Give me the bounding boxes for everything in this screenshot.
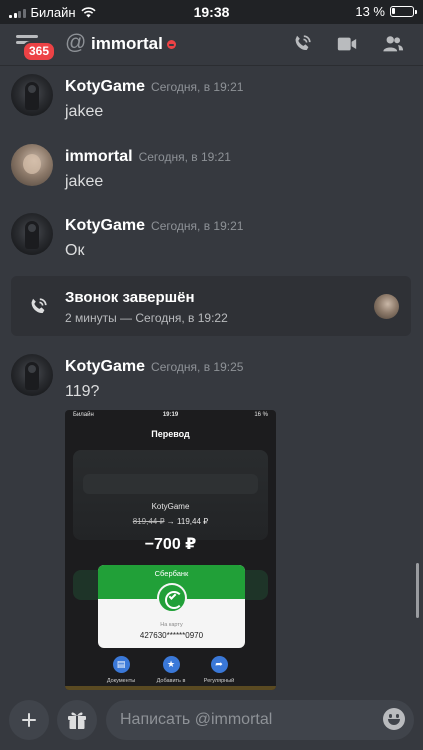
document-icon: ▤ bbox=[112, 656, 130, 673]
avatar[interactable] bbox=[11, 213, 53, 255]
message-text: jakee bbox=[65, 103, 104, 120]
sberbank-logo-icon bbox=[157, 583, 187, 613]
attachment-title: Перевод bbox=[151, 429, 190, 439]
image-attachment[interactable]: Билайн 19:19 16 % Перевод KotyGame 819,4… bbox=[65, 410, 276, 690]
message-timestamp: Сегодня, в 19:25 bbox=[151, 360, 244, 374]
balance-change: 819,44 ₽ → 119,44 ₽ bbox=[132, 517, 209, 526]
avatar[interactable] bbox=[11, 354, 53, 396]
attachment-status-bar: Билайн 19:19 16 % bbox=[73, 412, 268, 418]
battery-percent: 13 % bbox=[355, 4, 385, 19]
call-icon[interactable] bbox=[290, 33, 314, 55]
video-icon[interactable] bbox=[335, 33, 359, 55]
star-icon: ★ bbox=[162, 656, 180, 673]
transfer-recipient: KotyGame bbox=[151, 502, 190, 511]
emoji-icon[interactable] bbox=[383, 708, 405, 730]
message-input-placeholder: Написать @immortal bbox=[120, 711, 273, 728]
battery-icon bbox=[390, 6, 417, 17]
card-number: 427630******0970 bbox=[139, 631, 204, 640]
message-input[interactable]: Написать @immortal bbox=[106, 700, 414, 740]
message-author[interactable]: immortal Сегодня, в 19:21 bbox=[65, 148, 231, 166]
message-text: jakee bbox=[65, 173, 104, 190]
call-subtitle: 2 минуты — Сегодня, в 19:22 bbox=[65, 311, 228, 325]
message-text: 119? bbox=[65, 383, 100, 400]
channel-name[interactable]: immortal bbox=[91, 34, 163, 54]
channel-header: 365 @ immortal bbox=[0, 24, 423, 66]
call-title: Звонок завершён bbox=[65, 289, 195, 306]
bank-receipt-card: Сбербанк На карту 427630******0970 bbox=[98, 565, 245, 648]
gift-icon bbox=[68, 712, 86, 729]
scrollbar[interactable] bbox=[416, 563, 419, 618]
call-ended-card[interactable]: Звонок завершён 2 минуты — Сегодня, в 19… bbox=[11, 276, 411, 336]
members-icon[interactable] bbox=[381, 33, 405, 55]
add-attachment-button[interactable] bbox=[9, 700, 49, 740]
recurring-action: ➦ Регулярный bbox=[189, 656, 249, 684]
avatar[interactable] bbox=[11, 144, 53, 186]
card-label: На карту bbox=[160, 622, 183, 628]
transfer-amount: −700 ₽ bbox=[144, 536, 197, 553]
message-author[interactable]: KotyGame Сегодня, в 19:21 bbox=[65, 78, 243, 96]
call-ended-icon bbox=[31, 298, 47, 314]
avatar[interactable] bbox=[11, 74, 53, 116]
share-icon: ➦ bbox=[210, 656, 228, 673]
message-timestamp: Сегодня, в 19:21 bbox=[151, 80, 244, 94]
message-composer: Написать @immortal bbox=[0, 690, 423, 750]
message-author[interactable]: KotyGame Сегодня, в 19:21 bbox=[65, 217, 243, 235]
bank-name: Сбербанк bbox=[154, 569, 189, 578]
at-icon: @ bbox=[65, 31, 87, 54]
status-bar: Билайн 19:38 13 % bbox=[0, 0, 423, 24]
menu-button[interactable]: 365 bbox=[16, 32, 57, 62]
call-participant-avatar bbox=[374, 294, 399, 319]
gift-button[interactable] bbox=[57, 700, 97, 740]
message-timestamp: Сегодня, в 19:21 bbox=[138, 150, 231, 164]
unread-badge: 365 bbox=[22, 41, 57, 62]
dnd-status-icon bbox=[167, 40, 176, 49]
message-timestamp: Сегодня, в 19:21 bbox=[151, 219, 244, 233]
message-text: Ок bbox=[65, 242, 85, 259]
message-author[interactable]: KotyGame Сегодня, в 19:25 bbox=[65, 358, 243, 376]
